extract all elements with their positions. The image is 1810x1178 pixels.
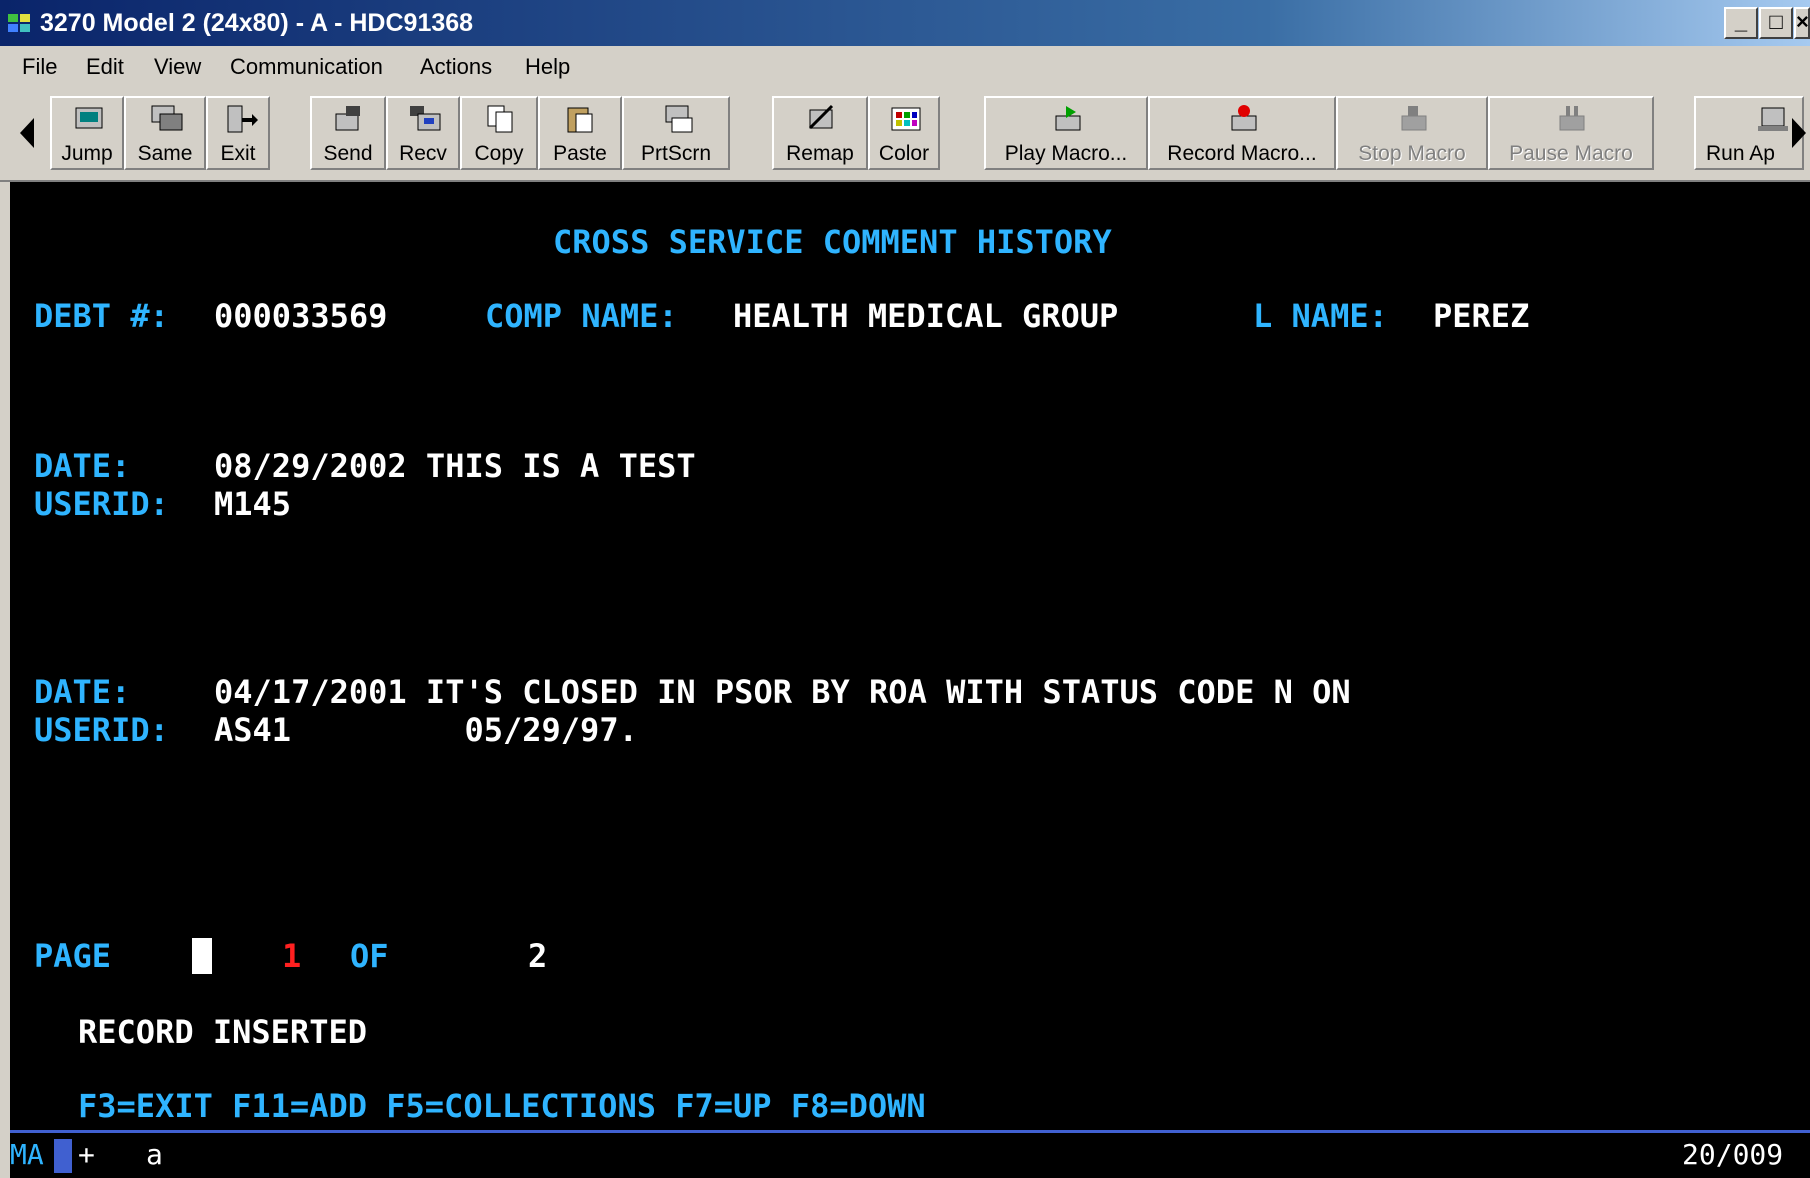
menu-view[interactable]: View bbox=[154, 54, 201, 80]
remap-icon bbox=[808, 104, 834, 130]
status-indicator: + bbox=[78, 1138, 95, 1171]
toolbar: Jump Same Exit Send Recv Copy Paste PrtS… bbox=[0, 86, 1810, 182]
stop-macro-icon bbox=[1401, 106, 1427, 131]
emulator-window: 3270 Model 2 (24x80) - A - HDC91368 _ □ … bbox=[0, 0, 1810, 1178]
stop-macro-label: Stop Macro bbox=[1358, 142, 1466, 165]
copy-icon bbox=[487, 105, 513, 133]
prtscrn-button[interactable]: PrtScrn bbox=[622, 96, 730, 170]
status-cursor-block bbox=[54, 1139, 72, 1173]
exit-icon bbox=[227, 105, 258, 133]
status-message: RECORD INSERTED bbox=[78, 1013, 367, 1051]
stop-macro-button[interactable]: Stop Macro bbox=[1336, 96, 1488, 170]
minimize-button[interactable]: _ bbox=[1724, 7, 1758, 39]
entry-date-label: DATE: bbox=[34, 447, 131, 485]
prtscrn-label: PrtScrn bbox=[640, 142, 711, 165]
window-left-border bbox=[0, 182, 10, 1178]
entry-date-text: 08/29/2002 THIS IS A TEST bbox=[214, 447, 696, 485]
page-input-cursor[interactable] bbox=[192, 938, 212, 974]
recv-icon bbox=[410, 106, 441, 131]
page-label: PAGE bbox=[34, 937, 112, 975]
jump-icon bbox=[75, 107, 103, 129]
play-macro-icon bbox=[1055, 106, 1081, 131]
menu-file[interactable]: File bbox=[22, 54, 57, 80]
entry-userid-label: USERID: bbox=[34, 711, 169, 749]
run-app-button[interactable]: Run Ap bbox=[1694, 96, 1804, 170]
last-name-label: L NAME: bbox=[1253, 297, 1388, 335]
menu-communication[interactable]: Communication bbox=[230, 54, 383, 80]
page-current[interactable]: 1 bbox=[282, 938, 301, 974]
record-macro-button[interactable]: Record Macro... bbox=[1148, 96, 1336, 170]
terminal-screen[interactable]: CROSS SERVICE COMMENT HISTORY DEBT #: 00… bbox=[10, 182, 1810, 1130]
title-bar[interactable]: 3270 Model 2 (24x80) - A - HDC91368 _ □ … bbox=[0, 0, 1810, 46]
menu-bar: File Edit View Communication Actions Hel… bbox=[0, 46, 1810, 86]
pause-macro-label: Pause Macro bbox=[1509, 142, 1633, 165]
menu-help[interactable]: Help bbox=[525, 54, 570, 80]
record-macro-icon bbox=[1231, 105, 1257, 131]
entry-date-text: 04/17/2001 IT'S CLOSED IN PSOR BY ROA WI… bbox=[214, 673, 1351, 711]
close-button[interactable]: × bbox=[1794, 7, 1810, 39]
page-total: 2 bbox=[528, 937, 548, 975]
window-title: 3270 Model 2 (24x80) - A - HDC91368 bbox=[40, 9, 474, 37]
function-key-legend: F3=EXIT F11=ADD F5=COLLECTIONS F7=UP F8=… bbox=[78, 1087, 926, 1125]
exit-button[interactable]: Exit bbox=[206, 96, 270, 170]
entry-userid-label: USERID: bbox=[34, 485, 169, 523]
pause-macro-button[interactable]: Pause Macro bbox=[1488, 96, 1654, 170]
record-macro-label: Record Macro... bbox=[1167, 142, 1317, 165]
send-button[interactable]: Send bbox=[310, 96, 386, 170]
copy-button[interactable]: Copy bbox=[460, 96, 538, 170]
status-input: a bbox=[146, 1138, 163, 1171]
entry-userid-text: AS41 05/29/97. bbox=[214, 711, 638, 749]
exit-label: Exit bbox=[220, 142, 256, 165]
palette-icon bbox=[891, 107, 921, 131]
recv-button[interactable]: Recv bbox=[386, 96, 460, 170]
jump-button[interactable]: Jump bbox=[50, 96, 124, 170]
scroll-right-icon[interactable] bbox=[1790, 116, 1808, 150]
comp-name-value: HEALTH MEDICAL GROUP bbox=[733, 297, 1119, 335]
play-macro-label: Play Macro... bbox=[1004, 142, 1128, 165]
debt-value: 000033569 bbox=[214, 297, 388, 335]
remap-label: Remap bbox=[786, 142, 854, 165]
entry-date-label: DATE: bbox=[34, 673, 131, 711]
status-mode: MA bbox=[10, 1138, 44, 1171]
maximize-button[interactable]: □ bbox=[1759, 7, 1793, 39]
last-name-value: PEREZ bbox=[1433, 297, 1530, 335]
status-bar: MA + a 20/009 bbox=[10, 1130, 1810, 1178]
color-label: Color bbox=[878, 142, 930, 165]
cursor-position: 20/009 bbox=[1682, 1138, 1784, 1171]
paste-button[interactable]: Paste bbox=[538, 96, 622, 170]
same-label: Same bbox=[137, 142, 193, 165]
of-label: OF bbox=[350, 937, 389, 975]
same-button[interactable]: Same bbox=[124, 96, 206, 170]
send-icon bbox=[335, 106, 360, 131]
app-icon bbox=[8, 14, 30, 32]
debt-label: DEBT #: bbox=[34, 297, 169, 335]
recv-label: Recv bbox=[399, 142, 447, 165]
run-app-icon bbox=[1758, 107, 1788, 131]
copy-label: Copy bbox=[474, 142, 524, 165]
pause-macro-icon bbox=[1559, 106, 1585, 131]
same-icon bbox=[151, 105, 183, 131]
remap-button[interactable]: Remap bbox=[772, 96, 868, 170]
paste-icon bbox=[567, 107, 593, 133]
color-button[interactable]: Color bbox=[868, 96, 940, 170]
jump-label: Jump bbox=[61, 142, 113, 165]
run-app-label: Run Ap bbox=[1706, 142, 1775, 165]
scroll-left-icon[interactable] bbox=[18, 116, 36, 150]
play-macro-button[interactable]: Play Macro... bbox=[984, 96, 1148, 170]
send-label: Send bbox=[323, 142, 373, 165]
entry-userid-text: M145 bbox=[214, 485, 292, 523]
menu-actions[interactable]: Actions bbox=[420, 54, 492, 80]
printer-icon bbox=[665, 105, 693, 133]
menu-edit[interactable]: Edit bbox=[86, 54, 124, 80]
paste-label: Paste bbox=[553, 142, 607, 165]
screen-title: CROSS SERVICE COMMENT HISTORY bbox=[553, 223, 1112, 261]
comp-name-label: COMP NAME: bbox=[485, 297, 678, 335]
